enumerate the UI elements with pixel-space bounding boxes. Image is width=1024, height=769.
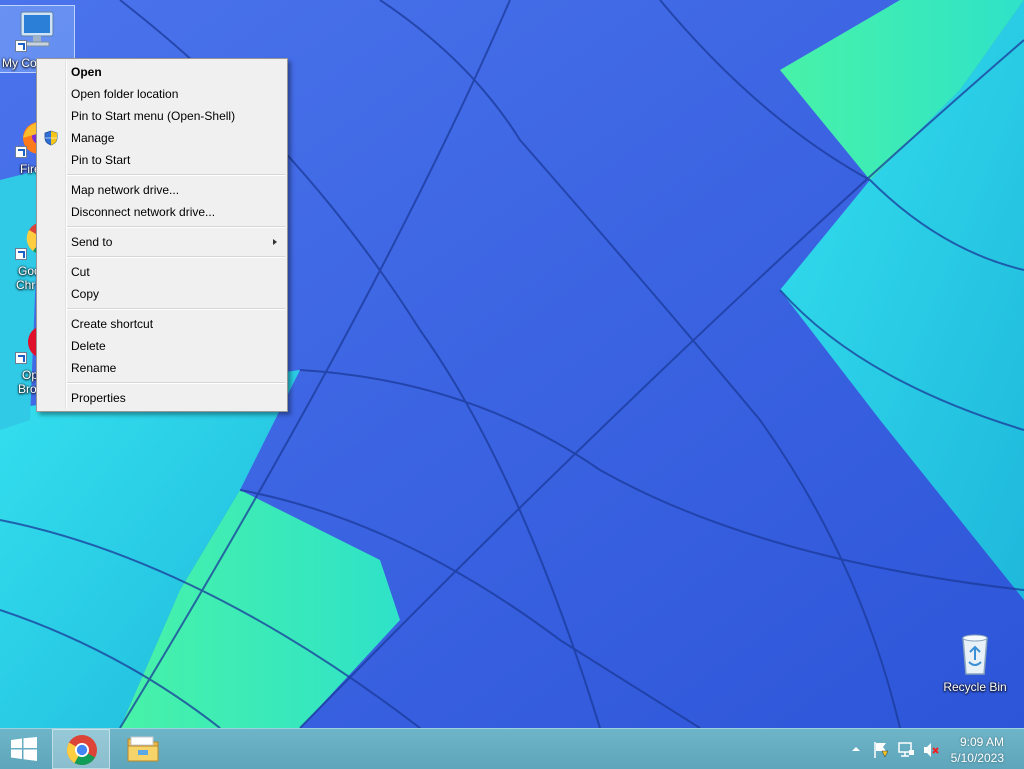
menu-item-send-to[interactable]: Send to (37, 231, 287, 253)
shortcut-arrow-icon (15, 40, 27, 52)
computer-icon (13, 6, 61, 54)
menu-item-cut[interactable]: Cut (37, 261, 287, 283)
menu-item-copy[interactable]: Copy (37, 283, 287, 305)
menu-item-pin-to-start-menu-open-shell[interactable]: Pin to Start menu (Open-Shell) (37, 105, 287, 127)
menu-item-label: Delete (71, 339, 106, 353)
taskbar-file-explorer-button[interactable] (114, 729, 172, 769)
menu-item-open-folder-location[interactable]: Open folder location (37, 83, 287, 105)
chrome-icon (66, 735, 97, 766)
menu-item-label: Properties (71, 391, 126, 405)
recycle-bin-icon (951, 630, 999, 678)
menu-item-open[interactable]: Open (37, 61, 287, 83)
menu-item-map-network-drive[interactable]: Map network drive... (37, 179, 287, 201)
menu-item-disconnect-network-drive[interactable]: Disconnect network drive... (37, 201, 287, 223)
menu-item-delete[interactable]: Delete (37, 335, 287, 357)
menu-item-label: Disconnect network drive... (71, 205, 216, 219)
volume-muted-icon[interactable] (922, 741, 940, 759)
menu-item-label: Open folder location (71, 87, 179, 101)
context-menu: Open Open folder location Pin to Start m… (36, 58, 288, 412)
menu-item-label: Cut (71, 265, 90, 279)
desktop-icon-label: Recycle Bin (943, 680, 1007, 694)
shortcut-arrow-icon (15, 146, 27, 158)
menu-separator (67, 308, 285, 310)
system-clock[interactable]: 9:09 AM 5/10/2023 (951, 734, 1004, 766)
menu-item-label: Manage (71, 131, 115, 145)
shield-icon (44, 130, 58, 146)
taskbar-chrome-button[interactable] (52, 729, 110, 769)
menu-item-label: Copy (71, 287, 100, 301)
shortcut-arrow-icon (15, 248, 27, 260)
menu-item-rename[interactable]: Rename (37, 357, 287, 379)
menu-item-label: Pin to Start (71, 153, 131, 167)
menu-item-label: Rename (71, 361, 117, 375)
menu-separator (67, 382, 285, 384)
menu-separator (67, 256, 285, 258)
menu-item-pin-to-start[interactable]: Pin to Start (37, 149, 287, 171)
file-explorer-icon (127, 736, 159, 762)
menu-item-label: Map network drive... (71, 183, 180, 197)
menu-item-manage[interactable]: Manage (37, 127, 287, 149)
network-icon[interactable] (897, 741, 915, 759)
windows-logo-icon (11, 737, 37, 761)
action-center-flag-icon[interactable] (872, 741, 890, 759)
menu-separator (67, 226, 285, 228)
menu-item-properties[interactable]: Properties (37, 387, 287, 409)
submenu-arrow-icon (273, 239, 277, 245)
clock-time: 9:09 AM (959, 735, 1004, 749)
menu-item-label: Send to (71, 235, 113, 249)
menu-item-label: Pin to Start menu (Open-Shell) (71, 109, 236, 123)
clock-date: 5/10/2023 (950, 751, 1004, 765)
menu-item-create-shortcut[interactable]: Create shortcut (37, 313, 287, 335)
menu-item-label: Create shortcut (71, 317, 154, 331)
menu-separator (67, 174, 285, 176)
menu-item-label: Open (71, 65, 102, 79)
start-button[interactable] (0, 729, 48, 769)
desktop-icon-recycle-bin[interactable]: Recycle Bin (938, 630, 1012, 694)
chevron-up-icon[interactable] (850, 743, 862, 755)
shortcut-arrow-icon (15, 352, 27, 364)
taskbar: 9:09 AM 5/10/2023 (0, 728, 1024, 769)
